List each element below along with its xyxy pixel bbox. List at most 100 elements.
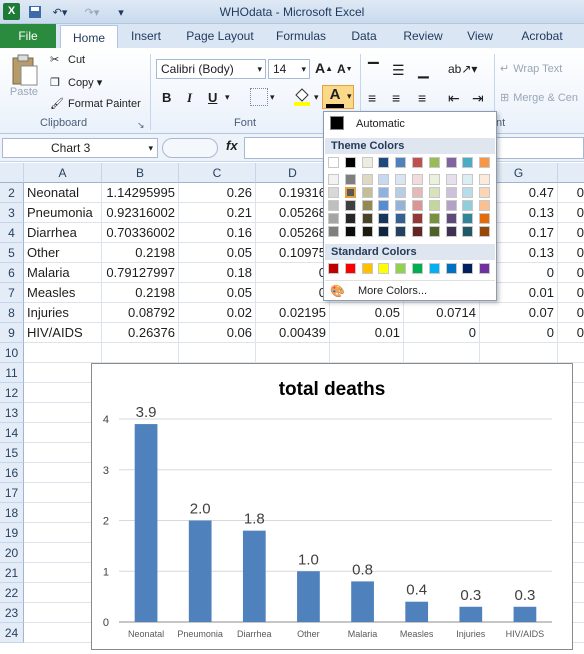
- color-swatch[interactable]: [395, 226, 407, 237]
- color-swatch[interactable]: [445, 200, 457, 211]
- column-header[interactable]: B: [102, 163, 179, 183]
- tab-view[interactable]: View: [460, 24, 500, 48]
- row-header[interactable]: 19: [0, 523, 24, 543]
- color-swatch[interactable]: [328, 174, 339, 185]
- grid-cell[interactable]: 0.2198: [102, 283, 179, 303]
- grid-cell[interactable]: 0.07: [480, 303, 558, 323]
- paste-button[interactable]: Paste: [6, 54, 42, 112]
- automatic-color-swatch[interactable]: [330, 116, 344, 130]
- grid-cell[interactable]: [558, 343, 584, 363]
- wrap-text-button[interactable]: ↵ Wrap Text: [500, 62, 562, 76]
- fill-color-icon[interactable]: [292, 86, 312, 106]
- grid-cell[interactable]: 0.02: [179, 303, 256, 323]
- insert-function-icon[interactable]: fx: [226, 138, 238, 153]
- color-swatch[interactable]: [361, 174, 373, 185]
- row-header[interactable]: 20: [0, 543, 24, 563]
- color-swatch[interactable]: [344, 263, 356, 274]
- color-swatch[interactable]: [479, 157, 491, 168]
- grid-cell[interactable]: 0.19316: [256, 183, 330, 203]
- row-header[interactable]: 3: [0, 203, 24, 223]
- color-swatch[interactable]: [462, 200, 474, 211]
- copy-button[interactable]: ❐ Copy ▾: [50, 76, 102, 90]
- font-family-select[interactable]: Calibri (Body) ▾: [156, 59, 266, 79]
- row-header[interactable]: 24: [0, 623, 24, 643]
- align-center-icon[interactable]: ≡: [392, 90, 400, 106]
- grid-cell[interactable]: 0.2198: [102, 243, 179, 263]
- grid-cell[interactable]: 0.79127997: [102, 263, 179, 283]
- color-swatch[interactable]: [395, 263, 407, 274]
- color-swatch[interactable]: [428, 263, 440, 274]
- color-swatch[interactable]: [328, 200, 339, 211]
- color-swatch[interactable]: [378, 187, 390, 198]
- color-swatch[interactable]: [395, 187, 407, 198]
- color-swatch[interactable]: [412, 213, 423, 224]
- orientation-icon[interactable]: ab↗▾: [448, 62, 477, 76]
- row-header[interactable]: 17: [0, 483, 24, 503]
- grid-cell[interactable]: 0: [558, 183, 584, 203]
- color-swatch[interactable]: [328, 263, 339, 274]
- tab-formulas[interactable]: Formulas: [270, 24, 332, 48]
- color-swatch[interactable]: [479, 213, 491, 224]
- grid-cell[interactable]: Malaria: [24, 263, 102, 283]
- color-swatch[interactable]: [378, 200, 390, 211]
- color-swatch[interactable]: [378, 263, 390, 274]
- tab-data[interactable]: Data: [344, 24, 384, 48]
- align-left-icon[interactable]: ≡: [368, 90, 376, 106]
- grid-cell[interactable]: 0: [256, 283, 330, 303]
- cut-button[interactable]: ✂ Cut: [50, 53, 85, 67]
- grid-cell[interactable]: 0: [256, 263, 330, 283]
- row-header[interactable]: 18: [0, 503, 24, 523]
- align-top-icon[interactable]: ▔: [368, 62, 379, 79]
- tab-acrobat[interactable]: Acrobat: [512, 24, 572, 48]
- grid-cell[interactable]: [404, 343, 480, 363]
- grid-cell[interactable]: 0: [404, 323, 480, 343]
- font-color-button[interactable]: A ▾: [322, 85, 354, 109]
- color-swatch[interactable]: [479, 263, 491, 274]
- color-swatch[interactable]: [344, 226, 356, 237]
- color-swatch[interactable]: [344, 174, 356, 185]
- grid-cell[interactable]: Measles: [24, 283, 102, 303]
- row-header[interactable]: 5: [0, 243, 24, 263]
- clipboard-launcher-icon[interactable]: ↘: [137, 120, 145, 131]
- italic-button[interactable]: I: [187, 90, 192, 106]
- color-swatch[interactable]: [361, 200, 373, 211]
- row-header[interactable]: 14: [0, 423, 24, 443]
- grid-cell[interactable]: Other: [24, 243, 102, 263]
- grid-cell[interactable]: 0: [558, 223, 584, 243]
- color-swatch[interactable]: [479, 200, 491, 211]
- color-swatch[interactable]: [378, 226, 390, 237]
- grid-cell[interactable]: 0.05: [330, 303, 404, 323]
- grid-cell[interactable]: 0: [558, 263, 584, 283]
- grid-cell[interactable]: 0.06: [179, 323, 256, 343]
- underline-button[interactable]: U: [208, 90, 217, 105]
- grid-cell[interactable]: 0: [558, 243, 584, 263]
- color-swatch[interactable]: [395, 213, 407, 224]
- color-swatch[interactable]: [328, 226, 339, 237]
- grid-cell[interactable]: 0.21: [179, 203, 256, 223]
- color-swatch[interactable]: [361, 263, 373, 274]
- color-swatch[interactable]: [344, 200, 356, 211]
- grid-cell[interactable]: 0: [558, 283, 584, 303]
- tab-file[interactable]: File: [0, 24, 56, 48]
- color-swatch[interactable]: [378, 157, 390, 168]
- column-header[interactable]: D: [256, 163, 330, 183]
- grid-cell[interactable]: [24, 343, 102, 363]
- color-swatch[interactable]: [479, 174, 491, 185]
- grid-cell[interactable]: 0.05268: [256, 203, 330, 223]
- color-swatch[interactable]: [479, 226, 491, 237]
- grid-cell[interactable]: 0.05: [179, 283, 256, 303]
- grid-cell[interactable]: Pneumonia: [24, 203, 102, 223]
- color-swatch[interactable]: [428, 200, 440, 211]
- grid-cell[interactable]: 0.00439: [256, 323, 330, 343]
- color-swatch[interactable]: [428, 187, 440, 198]
- row-header[interactable]: 21: [0, 563, 24, 583]
- tab-page-layout[interactable]: Page Layout: [180, 24, 260, 48]
- color-swatch[interactable]: [344, 157, 356, 168]
- font-size-select[interactable]: 14 ▾: [268, 59, 310, 79]
- row-header[interactable]: 8: [0, 303, 24, 323]
- color-swatch[interactable]: [462, 157, 474, 168]
- color-swatch[interactable]: [378, 213, 390, 224]
- color-swatch[interactable]: [328, 187, 339, 198]
- tab-insert[interactable]: Insert: [124, 24, 168, 48]
- column-header[interactable]: A: [24, 163, 102, 183]
